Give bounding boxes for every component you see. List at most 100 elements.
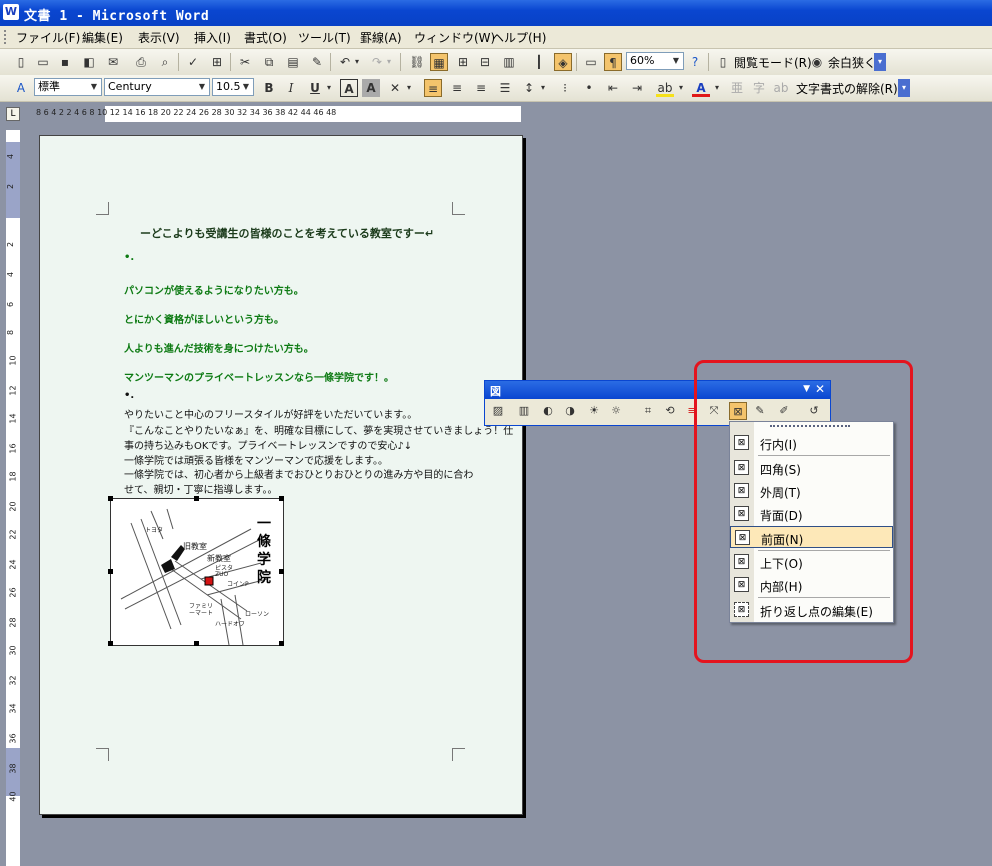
research-icon[interactable]: ⊞ xyxy=(208,53,226,71)
save-icon[interactable]: ▪ xyxy=(56,53,74,71)
undo-dropdown-icon[interactable]: ▾ xyxy=(352,53,362,71)
highlight-dropdown-icon[interactable]: ▾ xyxy=(676,79,686,97)
toolbar-options-icon[interactable]: ▾ xyxy=(874,53,886,71)
more-brightness-icon[interactable]: ☀ xyxy=(585,402,603,420)
vertical-ruler[interactable]: 4 2 2 4 6 8 10 12 14 16 18 20 22 24 26 2… xyxy=(6,130,20,866)
reading-mode-button[interactable]: 閲覧モード(R) xyxy=(734,54,812,71)
margin-narrow-button[interactable]: 余白狭く xyxy=(828,54,876,71)
doc-line[interactable]: 人よりも進んだ技術を身につけたい方も。 xyxy=(124,340,314,355)
cut-icon[interactable]: ✂ xyxy=(236,53,254,71)
chevron-down-icon[interactable]: ▼ xyxy=(240,80,252,94)
resize-handle[interactable] xyxy=(279,496,284,501)
toolbar-options-icon[interactable]: ▾ xyxy=(898,79,910,97)
menu-edit[interactable]: 編集(E) xyxy=(82,29,123,46)
document-heading[interactable]: ーどこよりも受講生の皆様のことを考えている教室ですー↵ xyxy=(140,225,434,241)
menu-insert[interactable]: 挿入(I) xyxy=(194,29,231,46)
chevron-down-icon[interactable]: ▼ xyxy=(196,80,208,94)
new-document-icon[interactable]: ▯ xyxy=(12,53,30,71)
bullets-icon[interactable]: • xyxy=(580,79,598,97)
numbering-icon[interactable]: ⁝ xyxy=(556,79,574,97)
less-contrast-icon[interactable]: ◑ xyxy=(561,402,579,420)
menu-tools[interactable]: ツール(T) xyxy=(298,29,351,46)
menubar-grip[interactable] xyxy=(4,30,9,44)
underline-icon[interactable]: U xyxy=(306,79,324,97)
zoom-select[interactable]: 60% ▼ xyxy=(626,52,684,70)
char-scale-icon[interactable]: ✕ xyxy=(386,79,404,97)
line-spacing-icon[interactable]: ↕ xyxy=(520,79,538,97)
line-spacing-dropdown-icon[interactable]: ▾ xyxy=(538,79,548,97)
insert-table-icon[interactable]: ⊞ xyxy=(454,53,472,71)
crop-icon[interactable]: ⌗ xyxy=(639,402,657,420)
font-size-select[interactable]: 10.5 ▼ xyxy=(212,78,254,96)
format-painter-icon[interactable]: ✎ xyxy=(308,53,326,71)
document-map-icon[interactable]: ◈ xyxy=(554,53,572,71)
decrease-indent-icon[interactable]: ⇤ xyxy=(604,79,622,97)
resize-handle[interactable] xyxy=(279,569,284,574)
menu-window[interactable]: ウィンドウ(W) xyxy=(414,29,495,46)
paste-icon[interactable]: ▤ xyxy=(284,53,302,71)
resize-handle[interactable] xyxy=(279,641,284,646)
increase-indent-icon[interactable]: ⇥ xyxy=(628,79,646,97)
map-picture[interactable]: 一條学院 旧教室 新教室 ピスタ ZUO コインP ローソン ハードオフ ファミ… xyxy=(108,496,284,646)
body-line[interactable]: 事の持ち込みもOKです。プライベートレッスンですので安心♪↓ xyxy=(124,437,412,452)
redo-dropdown-icon[interactable]: ▾ xyxy=(384,53,394,71)
help-icon[interactable]: ? xyxy=(686,53,704,71)
chevron-down-icon[interactable]: ▼ xyxy=(88,80,100,94)
italic-icon[interactable]: I xyxy=(282,79,300,97)
highlight-icon[interactable]: ab xyxy=(656,79,674,97)
doc-line[interactable]: パソコンが使えるようになりたい方も。 xyxy=(124,282,304,297)
resize-handle[interactable] xyxy=(108,569,113,574)
body-line[interactable]: せて、親切・丁寧に指導します。。 xyxy=(124,481,278,496)
less-brightness-icon[interactable]: ☼ xyxy=(607,402,625,420)
font-color-icon[interactable]: A xyxy=(692,79,710,97)
horizontal-in-vertical-icon[interactable]: ab xyxy=(772,79,790,97)
print-icon[interactable]: ⎙ xyxy=(132,53,150,71)
color-icon[interactable]: ▥ xyxy=(515,402,533,420)
menu-table[interactable]: 罫線(A) xyxy=(360,29,402,46)
permission-icon[interactable]: ◧ xyxy=(80,53,98,71)
menu-help[interactable]: ヘルプ(H) xyxy=(492,29,546,46)
font-color-dropdown-icon[interactable]: ▾ xyxy=(712,79,722,97)
clear-formatting-button[interactable]: 文字書式の解除(R) xyxy=(796,80,898,97)
email-icon[interactable]: ✉ xyxy=(104,53,122,71)
body-line[interactable]: 一條学院では頑張る皆様をマンツーマンで応援をします。。 xyxy=(124,452,388,467)
margin-icon[interactable]: ◉ xyxy=(808,53,826,71)
resize-handle[interactable] xyxy=(108,496,113,501)
spelling-icon[interactable]: ✓ xyxy=(184,53,202,71)
columns-icon[interactable]: ▥ xyxy=(500,53,518,71)
menu-file[interactable]: ファイル(F) xyxy=(16,29,80,46)
style-select[interactable]: 標準 ▼ xyxy=(34,78,102,96)
resize-handle[interactable] xyxy=(194,641,199,646)
underline-dropdown-icon[interactable]: ▾ xyxy=(324,79,334,97)
document-page[interactable]: ーどこよりも受講生の皆様のことを考えている教室ですー↵ •. パソコンが使えるよ… xyxy=(39,135,523,815)
align-center-icon[interactable]: ≡ xyxy=(448,79,466,97)
resize-handle[interactable] xyxy=(194,496,199,501)
body-line[interactable]: 『こんなことやりたいなぁ』を、明確な目標にして、夢を実現させていきましょう！仕 xyxy=(124,422,513,437)
font-select[interactable]: Century ▼ xyxy=(104,78,210,96)
char-scale-dropdown-icon[interactable]: ▾ xyxy=(404,79,414,97)
chevron-down-icon[interactable]: ▼ xyxy=(670,54,682,68)
insert-picture-icon[interactable]: ▨ xyxy=(489,402,507,420)
distribute-icon[interactable]: ☰ xyxy=(496,79,514,97)
rotate-icon[interactable]: ⟲ xyxy=(661,402,679,420)
bold-icon[interactable]: B xyxy=(260,79,278,97)
styles-icon[interactable]: A xyxy=(12,79,30,97)
tables-borders-icon[interactable]: ▦ xyxy=(430,53,448,71)
hyperlink-icon[interactable]: ⛓ xyxy=(408,53,426,71)
word-app-icon[interactable]: W xyxy=(3,4,19,20)
resize-handle[interactable] xyxy=(108,641,113,646)
enclose-chars-icon[interactable]: 字 xyxy=(750,79,768,97)
align-justify-icon[interactable]: ≡ xyxy=(424,79,442,97)
print-preview-icon[interactable]: ⌕ xyxy=(156,53,174,71)
align-right-icon[interactable]: ≡ xyxy=(472,79,490,97)
more-contrast-icon[interactable]: ◐ xyxy=(539,402,557,420)
body-line[interactable]: やりたいこと中心のフリースタイルが好評をいただいています。。 xyxy=(124,406,417,421)
body-line[interactable]: 一條学院では、初心者から上級者までおひとりおひとりの進み方や目的に合わ xyxy=(124,466,473,481)
doc-line[interactable]: とにかく資格がほしいという方も。 xyxy=(124,311,284,326)
char-border-icon[interactable]: A xyxy=(340,79,358,97)
open-folder-icon[interactable]: ▭ xyxy=(34,53,52,71)
thumbnails-icon[interactable]: ▭ xyxy=(582,53,600,71)
phonetic-guide-icon[interactable]: 亜 xyxy=(728,79,746,97)
show-hide-icon[interactable]: ¶ xyxy=(604,53,622,71)
doc-line[interactable]: マンツーマンのプライベートレッスンなら一條学院です！。 xyxy=(124,369,394,384)
